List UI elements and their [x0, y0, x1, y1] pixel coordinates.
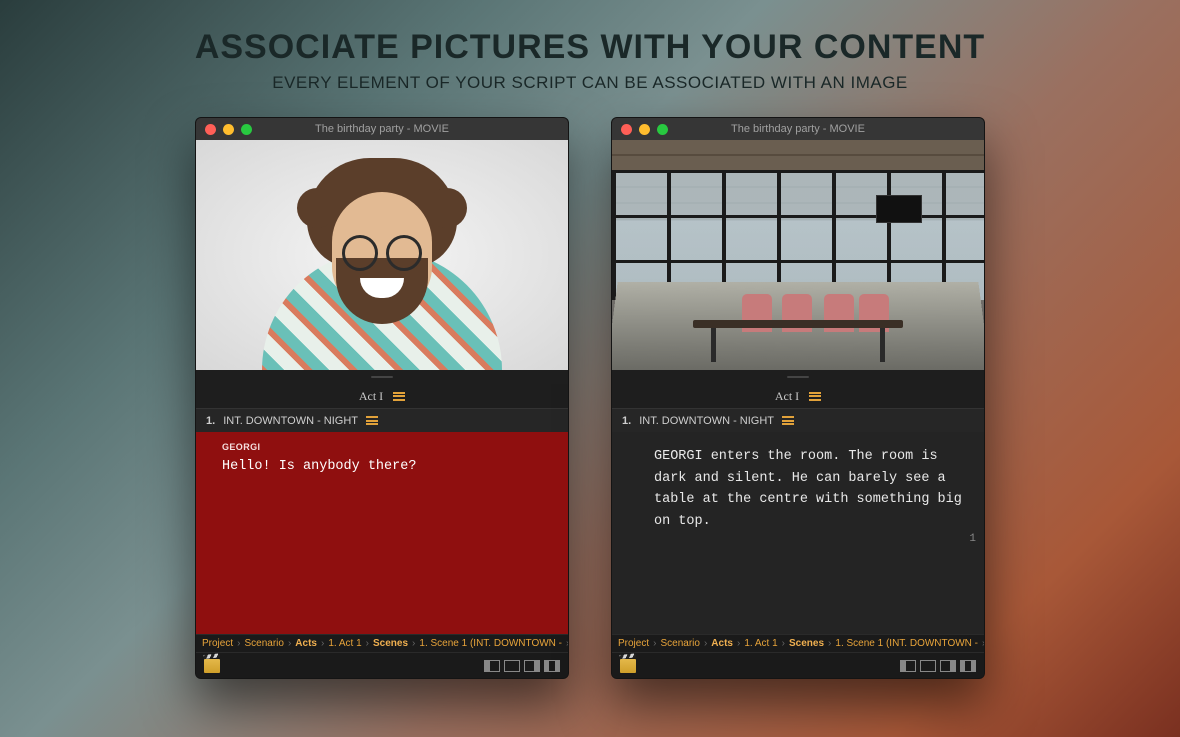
- breadcrumb-separator: ›: [737, 638, 740, 649]
- scene-header[interactable]: 1. INT. DOWNTOWN - NIGHT: [196, 408, 568, 432]
- scene-header[interactable]: 1. INT. DOWNTOWN - NIGHT: [612, 408, 984, 432]
- close-button[interactable]: [621, 124, 632, 135]
- breadcrumb-separator: ›: [828, 638, 831, 649]
- associated-image[interactable]: [196, 140, 568, 370]
- script-editor[interactable]: GEORGI Hello! Is anybody there?: [196, 432, 568, 634]
- breadcrumb-segment[interactable]: Scenario: [660, 638, 699, 649]
- clapperboard-icon[interactable]: [204, 659, 220, 673]
- breadcrumb-separator: ›: [412, 638, 415, 649]
- marketing-subtitle: EVERY ELEMENT OF YOUR SCRIPT CAN BE ASSO…: [0, 73, 1180, 93]
- layout-full-button[interactable]: [920, 660, 936, 672]
- page-number: 1: [969, 533, 976, 545]
- breadcrumb-separator: ›: [366, 638, 369, 649]
- scene-heading: INT. DOWNTOWN - NIGHT: [223, 415, 358, 427]
- act-label: Act I: [775, 389, 799, 404]
- layout-right-panel-button[interactable]: [940, 660, 956, 672]
- act-marker-icon: [809, 392, 821, 401]
- breadcrumb[interactable]: Project › Scenario › Acts › 1. Act 1 › Scenes › 1.…: [612, 634, 984, 652]
- titlebar[interactable]: The birthday party - MOVIE: [612, 118, 984, 140]
- act-bar[interactable]: Act I: [196, 384, 568, 408]
- associated-image[interactable]: [612, 140, 984, 370]
- clapperboard-icon[interactable]: [620, 659, 636, 673]
- breadcrumb-separator: ›: [321, 638, 324, 649]
- breadcrumb[interactable]: Project › Scenario › Acts › 1. Act 1 › Scenes › 1.…: [196, 634, 568, 652]
- scene-marker-icon: [782, 416, 794, 425]
- breadcrumb-segment[interactable]: Acts: [295, 638, 317, 649]
- scene-number: 1.: [622, 415, 631, 427]
- layout-switcher: [484, 660, 560, 672]
- breadcrumb-segment[interactable]: Scenario: [244, 638, 283, 649]
- marketing-title: ASSOCIATE PICTURES WITH YOUR CONTENT: [0, 28, 1180, 67]
- bottom-toolbar: [196, 652, 568, 678]
- character-name: GEORGI: [222, 442, 554, 452]
- close-button[interactable]: [205, 124, 216, 135]
- breadcrumb-separator: ›: [237, 638, 240, 649]
- act-marker-icon: [393, 392, 405, 401]
- splitter-handle[interactable]: [196, 370, 568, 384]
- breadcrumb-separator: ›: [782, 638, 785, 649]
- breadcrumb-segment[interactable]: Project: [202, 638, 233, 649]
- splitter-handle[interactable]: [612, 370, 984, 384]
- breadcrumb-separator: ›: [653, 638, 656, 649]
- breadcrumb-segment[interactable]: 1. Act 1: [744, 638, 777, 649]
- layout-left-panel-button[interactable]: [484, 660, 500, 672]
- breadcrumb-segment[interactable]: Project: [618, 638, 649, 649]
- scene-number: 1.: [206, 415, 215, 427]
- breadcrumb-segment[interactable]: 1. Scene 1 (INT. DOWNTOWN -: [835, 638, 978, 649]
- zoom-button[interactable]: [241, 124, 252, 135]
- script-editor[interactable]: GEORGI enters the room. The room is dark…: [612, 432, 984, 634]
- breadcrumb-separator: ›: [288, 638, 291, 649]
- breadcrumb-separator: ›: [704, 638, 707, 649]
- layout-switcher: [900, 660, 976, 672]
- layout-both-panels-button[interactable]: [544, 660, 560, 672]
- breadcrumb-segment[interactable]: 1. Scene 1 (INT. DOWNTOWN -: [419, 638, 562, 649]
- layout-right-panel-button[interactable]: [524, 660, 540, 672]
- minimize-button[interactable]: [223, 124, 234, 135]
- scene-marker-icon: [366, 416, 378, 425]
- layout-left-panel-button[interactable]: [900, 660, 916, 672]
- breadcrumb-segment[interactable]: 1. Act 1: [328, 638, 361, 649]
- dialogue-line[interactable]: Hello! Is anybody there?: [222, 456, 554, 478]
- layout-full-button[interactable]: [504, 660, 520, 672]
- app-window-left: The birthday party - MOVIE Act I 1. INT.…: [195, 117, 569, 679]
- act-label: Act I: [359, 389, 383, 404]
- app-window-right: The birthday party - MOVIE Act I 1. INT.…: [611, 117, 985, 679]
- action-line[interactable]: GEORGI enters the room. The room is dark…: [654, 446, 962, 532]
- layout-both-panels-button[interactable]: [960, 660, 976, 672]
- minimize-button[interactable]: [639, 124, 650, 135]
- scene-heading: INT. DOWNTOWN - NIGHT: [639, 415, 774, 427]
- breadcrumb-separator: ›: [566, 638, 568, 649]
- act-bar[interactable]: Act I: [612, 384, 984, 408]
- breadcrumb-segment[interactable]: Acts: [711, 638, 733, 649]
- bottom-toolbar: [612, 652, 984, 678]
- breadcrumb-separator: ›: [982, 638, 984, 649]
- titlebar[interactable]: The birthday party - MOVIE: [196, 118, 568, 140]
- breadcrumb-segment[interactable]: Scenes: [373, 638, 408, 649]
- zoom-button[interactable]: [657, 124, 668, 135]
- breadcrumb-segment[interactable]: Scenes: [789, 638, 824, 649]
